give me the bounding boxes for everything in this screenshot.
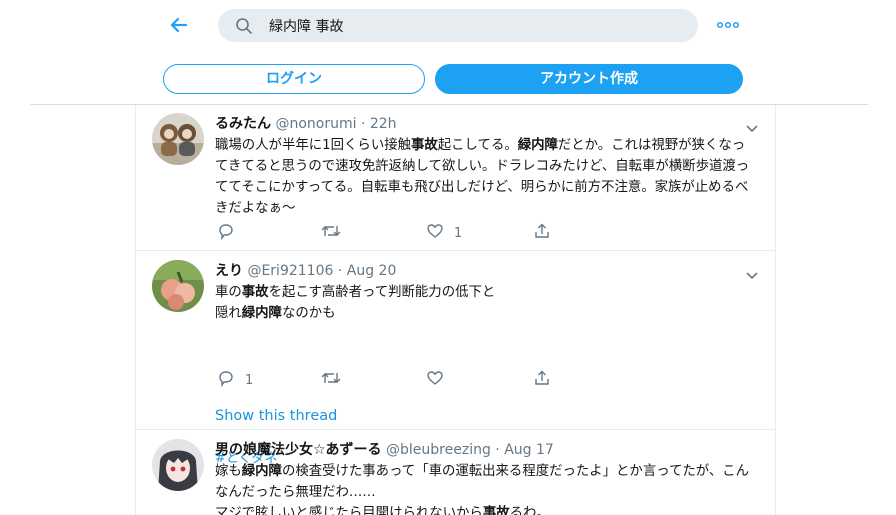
tweet[interactable]: 男の娘魔法少女☆あずーる @bleubreezing · Aug 17 嫁も緑内…: [136, 431, 775, 515]
tweet-author-handle[interactable]: @Eri921106: [247, 263, 333, 279]
more-options-icon[interactable]: [716, 16, 740, 34]
share-button[interactable]: [533, 223, 551, 243]
reply-count: 1: [245, 372, 254, 388]
search-query-text[interactable]: 緑内障 事故: [269, 16, 343, 36]
tweet-timestamp[interactable]: Aug 17: [504, 442, 554, 458]
tweet-author-handle[interactable]: @bleubreezing: [386, 442, 491, 458]
tweet[interactable]: えり @Eri921106 · Aug 20 車の事故を起こす高齢者って判断能力…: [136, 252, 775, 466]
tweet-timestamp[interactable]: 22h: [370, 116, 397, 132]
tweet-text: 職場の人が半年に1回くらい接触事故起こしてる。緑内障だとか。これは視野が狭くなっ…: [215, 138, 750, 216]
login-button[interactable]: ログイン: [163, 64, 425, 94]
tweet-menu-chevron-down-icon[interactable]: [745, 266, 759, 280]
search-results-timeline: るみたん @nonorumi · 22h 職場の人が半年に1回くらい接触事故起こ…: [135, 105, 776, 515]
tweet-text: 車の事故を起こす高齢者って判断能力の低下と 隠れ緑内障なのかも: [215, 285, 496, 321]
tweet-menu-chevron-down-icon[interactable]: [745, 119, 759, 133]
reply-button[interactable]: [217, 223, 245, 243]
heart-icon: [426, 222, 444, 244]
like-button[interactable]: [426, 370, 454, 390]
tweet-author-name[interactable]: 男の娘魔法少女☆あずーる: [215, 442, 382, 458]
search-icon: [235, 17, 253, 35]
like-count: 1: [454, 225, 463, 241]
tweet-timestamp[interactable]: Aug 20: [347, 263, 397, 279]
top-bar: 緑内障 事故: [0, 0, 896, 52]
reply-icon: [217, 222, 235, 244]
like-button[interactable]: 1: [426, 223, 462, 243]
signup-button[interactable]: アカウント作成: [435, 64, 743, 94]
avatar[interactable]: [152, 113, 204, 165]
avatar[interactable]: [152, 439, 204, 491]
retweet-button[interactable]: [320, 223, 352, 243]
tweet-separator: ·: [360, 116, 366, 132]
tweet-text: 嫁も緑内障の検査受けた事あって「車の運転出来る程度だったよ」とか言ってたが、こん…: [215, 464, 750, 515]
heart-icon: [426, 369, 444, 391]
back-arrow-icon[interactable]: [166, 12, 192, 38]
avatar[interactable]: [152, 260, 204, 312]
show-thread-link[interactable]: Show this thread: [215, 408, 337, 424]
search-input[interactable]: 緑内障 事故: [218, 9, 698, 42]
tweet[interactable]: るみたん @nonorumi · 22h 職場の人が半年に1回くらい接触事故起こ…: [136, 105, 775, 251]
retweet-button[interactable]: [320, 370, 352, 390]
tweet-author-handle[interactable]: @nonorumi: [275, 116, 356, 132]
share-icon: [533, 222, 551, 244]
tweet-author-name[interactable]: えり: [215, 263, 243, 279]
retweet-icon: [320, 369, 342, 391]
tweet-separator: ·: [495, 442, 500, 458]
reply-icon: [217, 369, 235, 391]
reply-button[interactable]: 1: [217, 370, 253, 390]
share-icon: [533, 369, 551, 391]
tweet-separator: ·: [337, 263, 343, 279]
share-button[interactable]: [533, 370, 551, 390]
retweet-icon: [320, 222, 342, 244]
tweet-author-name[interactable]: るみたん: [215, 116, 271, 132]
